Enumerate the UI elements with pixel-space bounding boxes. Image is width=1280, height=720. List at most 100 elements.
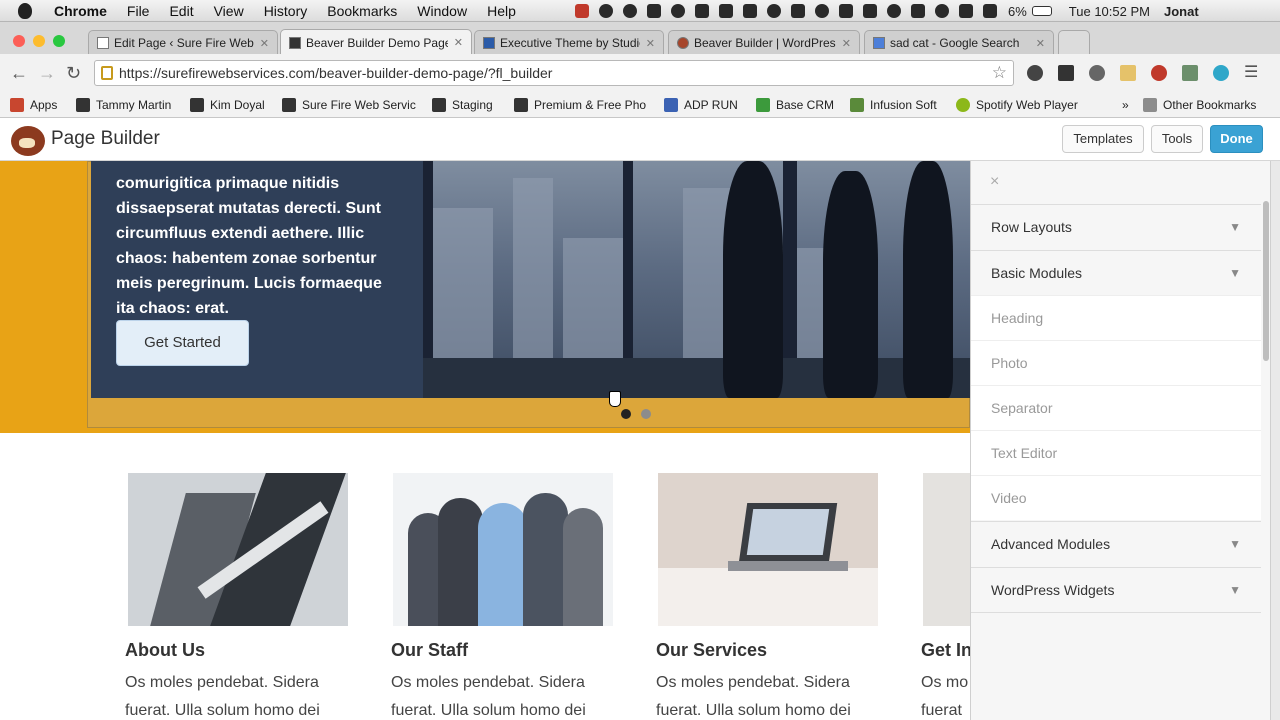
- close-tab-icon[interactable]: ✕: [1036, 37, 1045, 50]
- bookmark-star-icon[interactable]: ☆: [992, 61, 1007, 85]
- extension-record-icon[interactable]: [1151, 65, 1167, 81]
- apple-icon[interactable]: [18, 2, 32, 19]
- extension-buffer-icon[interactable]: [1058, 65, 1074, 81]
- bell-icon[interactable]: [815, 4, 829, 18]
- chevron-down-icon: ▼: [1229, 537, 1241, 551]
- column-title: Our Staff: [391, 640, 469, 660]
- menu-view[interactable]: View: [204, 3, 254, 19]
- minimize-window-button[interactable]: [33, 35, 45, 47]
- section-basic-modules[interactable]: Basic Modules ▼: [971, 250, 1261, 296]
- column-text: Os moles pendebat. Sidera: [656, 674, 850, 691]
- bookmark-adp-run[interactable]: ADP RUN: [664, 98, 738, 112]
- battery-icon[interactable]: [1031, 6, 1052, 16]
- close-panel-icon[interactable]: ×: [990, 173, 999, 191]
- menu-app-name[interactable]: Chrome: [44, 3, 117, 19]
- extension-info-icon[interactable]: [1089, 65, 1105, 81]
- close-window-button[interactable]: [13, 35, 25, 47]
- clock[interactable]: Tue 10:52 PM: [1069, 4, 1150, 19]
- bookmark-kim-doyal[interactable]: Kim Doyal: [190, 98, 265, 112]
- menu-bookmarks[interactable]: Bookmarks: [317, 3, 407, 19]
- menu-help[interactable]: Help: [477, 3, 526, 19]
- module-text-editor[interactable]: Text Editor: [971, 430, 1261, 475]
- browser-toolbar: ← → ↻ https://surefirewebservices.com/be…: [0, 54, 1280, 92]
- evernote-icon[interactable]: [791, 4, 805, 18]
- tab-edit-page[interactable]: Edit Page ‹ Sure Fire Web S ✕: [88, 30, 278, 55]
- panel-scrollbar[interactable]: [1263, 201, 1269, 361]
- column-our-services: Our Services Os moles pendebat. Sidera f…: [656, 473, 881, 720]
- close-tab-icon[interactable]: ✕: [646, 37, 655, 50]
- lock-icon[interactable]: [101, 66, 113, 80]
- module-heading[interactable]: Heading: [971, 295, 1261, 340]
- bookmark-other[interactable]: Other Bookmarks: [1143, 98, 1256, 112]
- page-scroll-track[interactable]: [1270, 161, 1280, 720]
- bookmark-base-crm[interactable]: Base CRM: [756, 98, 834, 112]
- recording-icon[interactable]: [575, 4, 589, 18]
- done-button[interactable]: Done: [1210, 125, 1263, 153]
- url-text: https://surefirewebservices.com/beaver-b…: [119, 65, 553, 81]
- menu-history[interactable]: History: [254, 3, 318, 19]
- reload-icon[interactable]: ↻: [66, 63, 81, 84]
- bookmark-sure-fire[interactable]: Sure Fire Web Servic: [282, 98, 416, 112]
- column-get-in-touch: Get In Os mo fuerat: [921, 473, 970, 720]
- bookmarks-overflow[interactable]: »: [1122, 98, 1129, 112]
- section-row-layouts[interactable]: Row Layouts ▼: [971, 204, 1261, 250]
- bookmark-spotify[interactable]: Spotify Web Player: [956, 98, 1078, 112]
- bookmark-infusion-soft[interactable]: Infusion Soft: [850, 98, 937, 112]
- hat-icon[interactable]: [599, 4, 613, 18]
- forward-icon[interactable]: →: [38, 63, 56, 84]
- cube-icon[interactable]: [695, 4, 709, 18]
- module-photo[interactable]: Photo: [971, 340, 1261, 385]
- airplay-icon[interactable]: [863, 4, 877, 18]
- zoom-window-button[interactable]: [53, 35, 65, 47]
- bookmark-staging[interactable]: Staging: [432, 98, 493, 112]
- close-tab-icon[interactable]: ✕: [842, 37, 851, 50]
- mail-icon[interactable]: [743, 4, 757, 18]
- slide-dot[interactable]: [641, 409, 651, 419]
- extension-chrome-icon[interactable]: [1027, 65, 1043, 81]
- extension-notes-icon[interactable]: [1120, 65, 1136, 81]
- new-tab-button[interactable]: [1058, 30, 1090, 55]
- battery-percent[interactable]: 6%: [1008, 4, 1027, 19]
- menu-window[interactable]: Window: [407, 3, 477, 19]
- bluetooth-icon[interactable]: [911, 4, 925, 18]
- section-advanced-modules[interactable]: Advanced Modules ▼: [971, 521, 1261, 567]
- alert-icon[interactable]: [671, 4, 685, 18]
- back-icon[interactable]: ←: [10, 63, 28, 84]
- section-wordpress-widgets[interactable]: WordPress Widgets ▼: [971, 567, 1261, 613]
- tab-beaver-wordpress[interactable]: Beaver Builder | WordPress ✕: [668, 30, 860, 55]
- chevron-down-icon: ▼: [1229, 266, 1241, 280]
- slide-dot-active[interactable]: [621, 409, 631, 419]
- menu-edit[interactable]: Edit: [159, 3, 203, 19]
- gift-icon[interactable]: [647, 4, 661, 18]
- menu-icon[interactable]: ☰: [1244, 62, 1258, 82]
- bookmark-apps[interactable]: Apps: [10, 98, 57, 112]
- wifi-icon[interactable]: [935, 4, 949, 18]
- tools-button[interactable]: Tools: [1151, 125, 1203, 153]
- volume-icon[interactable]: [959, 4, 973, 18]
- circle-icon[interactable]: [623, 4, 637, 18]
- drive-icon[interactable]: [839, 4, 853, 18]
- menu-file[interactable]: File: [117, 3, 160, 19]
- address-bar[interactable]: https://surefirewebservices.com/beaver-b…: [94, 60, 1014, 86]
- calendar-icon[interactable]: [983, 4, 997, 18]
- bookmark-tammy-martin[interactable]: Tammy Martin: [76, 98, 171, 112]
- extension-tools-icon[interactable]: [1182, 65, 1198, 81]
- tab-executive-theme[interactable]: Executive Theme by Studio ✕: [474, 30, 664, 55]
- bookmark-premium-photos[interactable]: Premium & Free Pho: [514, 98, 646, 112]
- module-video[interactable]: Video: [971, 475, 1261, 520]
- tab-beaver-demo[interactable]: Beaver Builder Demo Page ✕: [280, 29, 472, 55]
- staff-photo: [393, 473, 613, 626]
- extension-yoast-icon[interactable]: [1213, 65, 1229, 81]
- module-separator[interactable]: Separator: [971, 385, 1261, 430]
- cloud-icon[interactable]: [767, 4, 781, 18]
- templates-button[interactable]: Templates: [1062, 125, 1144, 153]
- dropbox-icon[interactable]: [719, 4, 733, 18]
- get-started-button[interactable]: Get Started: [116, 320, 249, 366]
- tab-google-search[interactable]: sad cat - Google Search ✕: [864, 30, 1054, 55]
- close-tab-icon[interactable]: ✕: [454, 36, 463, 49]
- time-machine-icon[interactable]: [887, 4, 901, 18]
- column-text: fuerat. Ulla solum homo dei: [656, 702, 851, 719]
- close-tab-icon[interactable]: ✕: [260, 37, 269, 50]
- column-title: Get In: [921, 640, 970, 660]
- user-name[interactable]: Jonat: [1164, 4, 1199, 19]
